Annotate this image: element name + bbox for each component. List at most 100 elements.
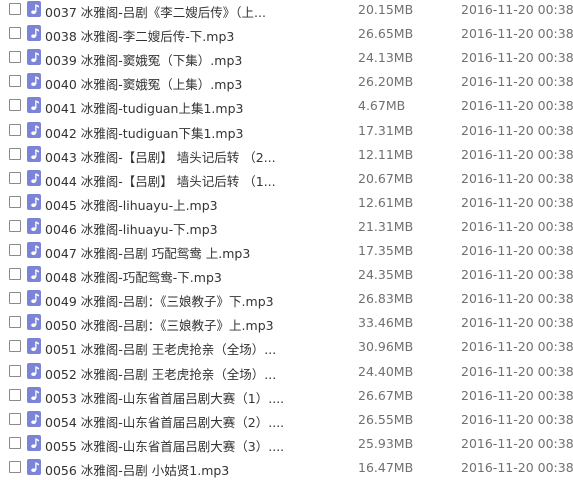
file-date: 2016-11-20 00:38 [461, 267, 573, 283]
file-row[interactable]: 0047 冰雅阁-吕剧 巧配鸳鸯 上.mp3 17.35MB 2016-11-2… [0, 240, 573, 263]
row-checkbox[interactable] [9, 219, 21, 232]
file-date: 2016-11-20 00:38 [461, 243, 573, 258]
file-name[interactable]: 0054 冰雅阁-山东省首届吕剧大赛（2）.... [45, 412, 290, 431]
file-name[interactable]: 0053 冰雅阁-山东省首届吕剧大赛（1）.... [45, 388, 290, 407]
file-name[interactable]: 0042 冰雅阁-tudiguan下集1.mp3 [45, 123, 290, 142]
file-name[interactable]: 0037 冰雅阁-吕剧《李二嫂后传》（上... [45, 2, 290, 21]
file-size: 24.35MB [358, 267, 414, 283]
file-size: 26.20MB [358, 74, 414, 90]
file-size: 26.65MB [358, 26, 414, 42]
file-row[interactable]: 0044 冰雅阁-【吕剧】 墙头记后转 （1... 20.67MB 2016-1… [0, 168, 573, 191]
file-size: 21.31MB [358, 218, 414, 234]
file-size: 33.46MB [358, 315, 414, 331]
file-row[interactable]: 0046 冰雅阁-lihuayu-下.mp3 21.31MB 2016-11-2… [0, 216, 573, 239]
file-size: 26.67MB [358, 387, 414, 403]
file-name[interactable]: 0040 冰雅阁-窦娥冤（上集）.mp3 [45, 74, 290, 93]
file-size: 26.83MB [358, 291, 414, 307]
row-checkbox[interactable] [9, 75, 21, 88]
row-checkbox[interactable] [9, 27, 21, 40]
row-checkbox[interactable] [9, 268, 21, 281]
music-file-icon [27, 97, 41, 114]
file-name[interactable]: 0047 冰雅阁-吕剧 巧配鸳鸯 上.mp3 [45, 243, 290, 262]
music-file-icon [27, 1, 41, 17]
music-file-icon [27, 290, 41, 307]
file-row[interactable]: 0038 冰雅阁-李二嫂后传-下.mp3 26.65MB 2016-11-20 … [0, 23, 573, 46]
file-row[interactable]: 0042 冰雅阁-tudiguan下集1.mp3 17.31MB 2016-11… [0, 120, 573, 143]
row-checkbox[interactable] [9, 195, 21, 208]
file-size: 17.31MB [358, 122, 414, 138]
row-checkbox[interactable] [9, 460, 21, 473]
row-checkbox[interactable] [9, 388, 21, 401]
file-size: 24.40MB [358, 363, 414, 379]
file-row[interactable]: 0054 冰雅阁-山东省首届吕剧大赛（2）.... 26.55MB 2016-1… [0, 409, 573, 432]
music-file-icon [27, 193, 41, 210]
file-row[interactable]: 0043 冰雅阁-【吕剧】 墙头记后转 （2... 12.11MB 2016-1… [0, 144, 573, 167]
row-checkbox[interactable] [9, 99, 21, 112]
row-checkbox[interactable] [9, 123, 21, 136]
file-name[interactable]: 0051 冰雅阁-吕剧 王老虎抢亲（全场）... [45, 339, 290, 358]
file-size: 20.15MB [358, 2, 414, 17]
file-row[interactable]: 0037 冰雅阁-吕剧《李二嫂后传》（上... 20.15MB 2016-11-… [0, 0, 573, 22]
file-name[interactable]: 0055 冰雅阁-山东省首届吕剧大赛（3）.... [45, 436, 290, 455]
file-date: 2016-11-20 00:38 [461, 339, 573, 355]
file-name[interactable]: 0043 冰雅阁-【吕剧】 墙头记后转 （2... [45, 147, 290, 166]
file-date: 2016-11-20 00:38 [461, 26, 573, 42]
file-name[interactable]: 0044 冰雅阁-【吕剧】 墙头记后转 （1... [45, 171, 290, 190]
music-file-icon [27, 242, 41, 258]
file-date: 2016-11-20 00:38 [461, 170, 573, 186]
row-checkbox[interactable] [9, 171, 21, 184]
file-row[interactable]: 0049 冰雅阁-吕剧：《三娘教子》下.mp3 26.83MB 2016-11-… [0, 288, 573, 311]
file-date: 2016-11-20 00:38 [461, 435, 573, 451]
row-checkbox[interactable] [9, 364, 21, 377]
music-file-icon [27, 362, 41, 379]
file-row[interactable]: 0055 冰雅阁-山东省首届吕剧大赛（3）.... 25.93MB 2016-1… [0, 433, 573, 456]
file-row[interactable]: 0051 冰雅阁-吕剧 王老虎抢亲（全场）... 30.96MB 2016-11… [0, 336, 573, 359]
file-date: 2016-11-20 00:38 [461, 2, 573, 17]
row-checkbox[interactable] [9, 316, 21, 329]
file-name[interactable]: 0052 冰雅阁-吕剧 王老虎抢亲（全场）... [45, 364, 290, 383]
file-row[interactable]: 0040 冰雅阁-窦娥冤（上集）.mp3 26.20MB 2016-11-20 … [0, 71, 573, 94]
file-list: 0037 冰雅阁-吕剧《李二嫂后传》（上... 20.15MB 2016-11-… [0, 0, 573, 478]
file-row[interactable]: 0050 冰雅阁-吕剧：《三娘教子》上.mp3 33.46MB 2016-11-… [0, 312, 573, 335]
file-date: 2016-11-20 00:38 [461, 315, 573, 331]
file-date: 2016-11-20 00:38 [461, 387, 573, 403]
file-size: 16.47MB [358, 459, 414, 475]
file-name[interactable]: 0038 冰雅阁-李二嫂后传-下.mp3 [45, 26, 290, 45]
file-row[interactable]: 0056 冰雅阁-吕剧 小姑贤1.mp3 16.47MB 2016-11-20 … [0, 457, 573, 480]
file-date: 2016-11-20 00:38 [461, 50, 573, 66]
file-name[interactable]: 0050 冰雅阁-吕剧：《三娘教子》上.mp3 [45, 315, 290, 334]
row-checkbox[interactable] [9, 412, 21, 425]
file-row[interactable]: 0048 冰雅阁-巧配鸳鸯-下.mp3 24.35MB 2016-11-20 0… [0, 264, 573, 287]
row-checkbox[interactable] [9, 436, 21, 449]
file-name[interactable]: 0041 冰雅阁-tudiguan上集1.mp3 [45, 98, 290, 117]
row-checkbox[interactable] [9, 51, 21, 64]
music-file-icon [27, 386, 41, 403]
file-date: 2016-11-20 00:38 [461, 122, 573, 138]
file-row[interactable]: 0052 冰雅阁-吕剧 王老虎抢亲（全场）... 24.40MB 2016-11… [0, 361, 573, 384]
file-name[interactable]: 0039 冰雅阁-窦娥冤（下集）.mp3 [45, 50, 290, 69]
file-date: 2016-11-20 00:38 [461, 194, 573, 210]
file-row[interactable]: 0039 冰雅阁-窦娥冤（下集）.mp3 24.13MB 2016-11-20 … [0, 47, 573, 70]
file-row[interactable]: 0041 冰雅阁-tudiguan上集1.mp3 4.67MB 2016-11-… [0, 95, 573, 118]
row-checkbox[interactable] [9, 244, 21, 256]
file-size: 20.67MB [358, 170, 414, 186]
row-checkbox[interactable] [9, 3, 21, 15]
file-date: 2016-11-20 00:38 [461, 218, 573, 234]
row-checkbox[interactable] [9, 292, 21, 305]
music-file-icon [27, 458, 41, 475]
file-size: 12.11MB [358, 146, 414, 162]
music-file-icon [27, 145, 41, 162]
file-name[interactable]: 0046 冰雅阁-lihuayu-下.mp3 [45, 219, 290, 238]
file-name[interactable]: 0049 冰雅阁-吕剧：《三娘教子》下.mp3 [45, 291, 290, 310]
music-file-icon [27, 314, 41, 331]
file-date: 2016-11-20 00:38 [461, 411, 573, 427]
file-row[interactable]: 0045 冰雅阁-lihuayu-上.mp3 12.61MB 2016-11-2… [0, 192, 573, 215]
file-name[interactable]: 0048 冰雅阁-巧配鸳鸯-下.mp3 [45, 267, 290, 286]
file-name[interactable]: 0056 冰雅阁-吕剧 小姑贤1.mp3 [45, 460, 290, 479]
row-checkbox[interactable] [9, 147, 21, 160]
music-file-icon [27, 73, 41, 90]
row-checkbox[interactable] [9, 340, 21, 353]
file-name[interactable]: 0045 冰雅阁-lihuayu-上.mp3 [45, 195, 290, 214]
file-row[interactable]: 0053 冰雅阁-山东省首届吕剧大赛（1）.... 26.67MB 2016-1… [0, 385, 573, 408]
file-size: 26.55MB [358, 411, 414, 427]
